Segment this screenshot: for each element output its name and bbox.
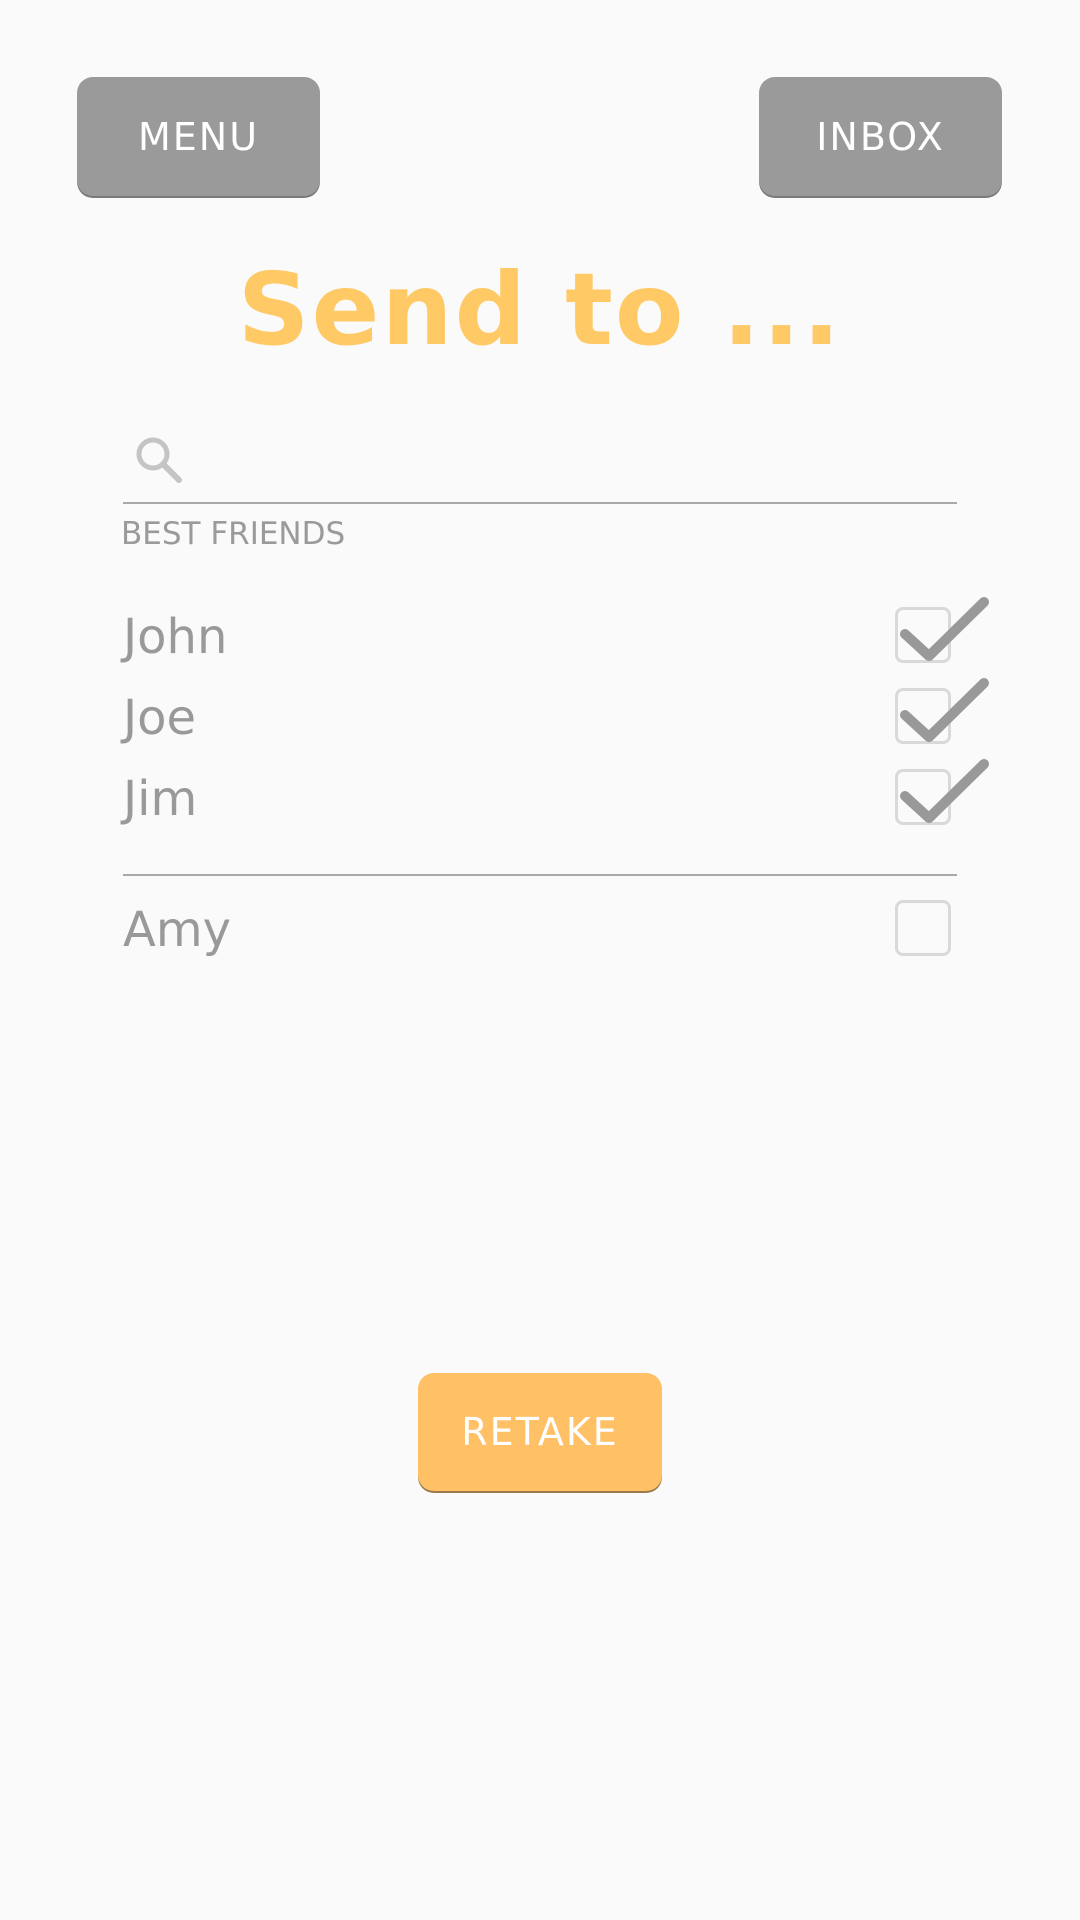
contact-name: Joe	[123, 690, 197, 746]
search-icon	[136, 437, 182, 483]
contact-row-joe[interactable]: Joe	[123, 678, 989, 758]
contact-name: Amy	[123, 902, 231, 958]
contact-checkbox[interactable]	[895, 900, 951, 956]
contact-checkbox[interactable]	[895, 688, 951, 744]
contact-row-john[interactable]: John	[123, 597, 989, 677]
contact-checkbox[interactable]	[895, 769, 951, 825]
best-friends-header: BEST FRIENDS	[121, 516, 346, 552]
search-bar	[123, 420, 957, 504]
retake-button[interactable]: RETAKE	[418, 1373, 662, 1491]
search-input[interactable]	[207, 432, 951, 490]
contact-row-amy[interactable]: Amy	[123, 890, 957, 970]
contact-checkbox[interactable]	[895, 607, 951, 663]
menu-button[interactable]: MENU	[77, 77, 320, 196]
contact-name: Jim	[123, 771, 198, 827]
page-title: Send to ...	[237, 251, 843, 368]
contact-name: John	[123, 609, 228, 665]
contact-row-jim[interactable]: Jim	[123, 759, 989, 839]
inbox-button[interactable]: INBOX	[759, 77, 1002, 196]
section-divider	[123, 874, 957, 876]
